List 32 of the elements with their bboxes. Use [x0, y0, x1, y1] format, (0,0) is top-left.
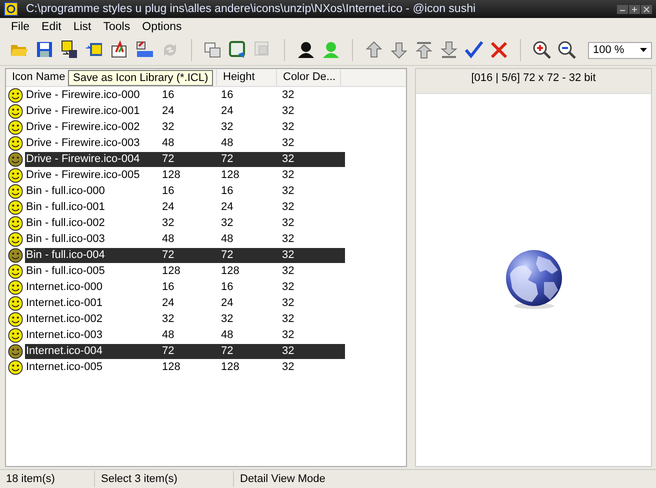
list-row[interactable]: Internet.ico-005 128 128 32: [25, 360, 345, 374]
menu-item[interactable]: List: [67, 20, 98, 32]
list-row[interactable]: Bin - full.ico-004 72 72 32: [25, 248, 345, 262]
window-title: C:\programme styles u plug ins\alles andere\icons\unzip\NXos\Internet.ico - @icon sushi: [26, 3, 477, 15]
status-text: Select 3 item(s): [95, 471, 234, 487]
menu-item[interactable]: Tools: [97, 20, 136, 32]
list-row[interactable]: Bin - full.ico-001 24 24 32: [25, 200, 345, 214]
list-row[interactable]: Drive - Firewire.ico-004 72 72 32: [25, 152, 345, 166]
zoom-dropdown[interactable]: 100 %: [588, 42, 652, 58]
menu-item[interactable]: Edit: [36, 20, 68, 32]
column-header[interactable]: Color De...: [277, 69, 341, 86]
list-row[interactable]: Drive - Firewire.ico-005 128 128 32: [25, 168, 345, 182]
status-text: 18 item(s): [0, 471, 95, 487]
list-row[interactable]: Drive - Firewire.ico-002 32 32 32: [25, 120, 345, 134]
list-row[interactable]: Drive - Firewire.ico-000 16 16 32: [25, 88, 345, 102]
list-row[interactable]: Bin - full.ico-002 32 32 32: [25, 216, 345, 230]
list-row[interactable]: Internet.ico-003 48 48 32: [25, 328, 345, 342]
preview-caption: [016 | 5/6] 72 x 72 - 32 bit: [416, 69, 651, 94]
list-row[interactable]: Internet.ico-002 32 32 32: [25, 312, 345, 326]
list-row[interactable]: Bin - full.ico-000 16 16 32: [25, 184, 345, 198]
list-row[interactable]: Internet.ico-000 16 16 32: [25, 280, 345, 294]
list-row[interactable]: Drive - Firewire.ico-001 24 24 32: [25, 104, 345, 118]
list-row[interactable]: Internet.ico-004 72 72 32: [25, 344, 345, 358]
status-text: Detail View Mode: [239, 472, 326, 487]
menu-item[interactable]: File: [5, 20, 36, 32]
list-row[interactable]: Drive - Firewire.ico-003 48 48 32: [25, 136, 345, 150]
tooltip: Save as Icon Library (*.ICL): [68, 70, 214, 86]
list-row[interactable]: Bin - full.ico-005 128 128 32: [25, 264, 345, 278]
menu-item[interactable]: Options: [136, 20, 188, 32]
list-row[interactable]: Internet.ico-001 24 24 32: [25, 296, 345, 310]
list-row[interactable]: Bin - full.ico-003 48 48 32: [25, 232, 345, 246]
column-header[interactable]: Height: [217, 69, 277, 86]
